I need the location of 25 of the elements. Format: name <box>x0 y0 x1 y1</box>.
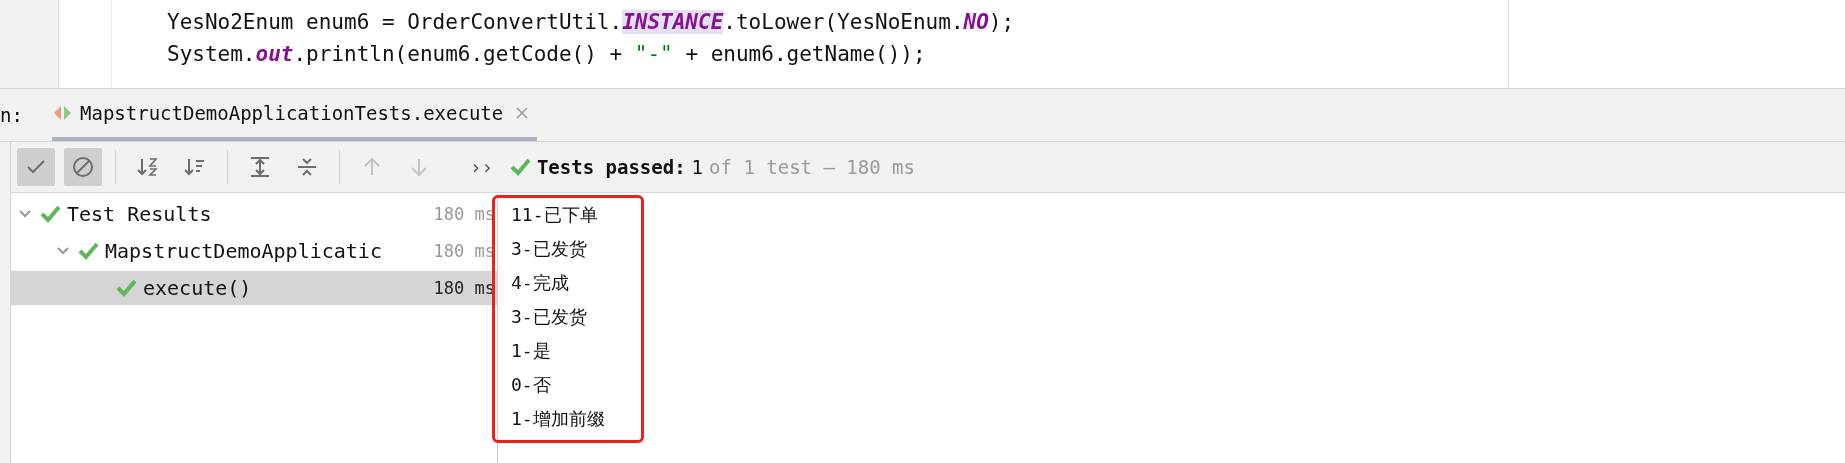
more-button[interactable]: ›› <box>470 156 493 178</box>
check-button[interactable] <box>17 148 55 186</box>
test-name: execute() <box>143 276 253 300</box>
expand-icon <box>248 155 272 179</box>
output-line: 3-已发货 <box>511 305 588 329</box>
status-detail: of 1 test – 180 ms <box>709 156 915 178</box>
test-name: Test Results <box>67 202 213 226</box>
output-line: 11-已下单 <box>511 203 599 227</box>
status-text: Tests passed: <box>536 156 686 178</box>
output-line: 0-否 <box>511 373 552 397</box>
stop-icon <box>71 155 95 179</box>
output-line: 3-已发货 <box>511 237 588 261</box>
run-config-icon <box>52 103 74 123</box>
close-icon[interactable] <box>515 106 530 120</box>
output-line: 4-完成 <box>511 271 570 295</box>
panel-label: n: <box>0 104 24 126</box>
check-icon <box>508 157 531 177</box>
code-line: YesNo2Enum enum6 = OrderConvertUtil.INSTANCE.toLower(YesNoEnum.NO); <box>167 9 1016 36</box>
status-count: 1 <box>691 156 704 178</box>
output-line: 1-增加前缀 <box>511 407 606 431</box>
sort-alpha-icon <box>136 155 160 179</box>
stop-button[interactable] <box>64 148 102 186</box>
code-line: System.out.println(enum6.getCode() + "-" + enum6.getName()); <box>167 41 927 68</box>
output-line: 1-是 <box>511 339 552 363</box>
test-name: MapstructDemoApplicatic <box>105 239 383 263</box>
